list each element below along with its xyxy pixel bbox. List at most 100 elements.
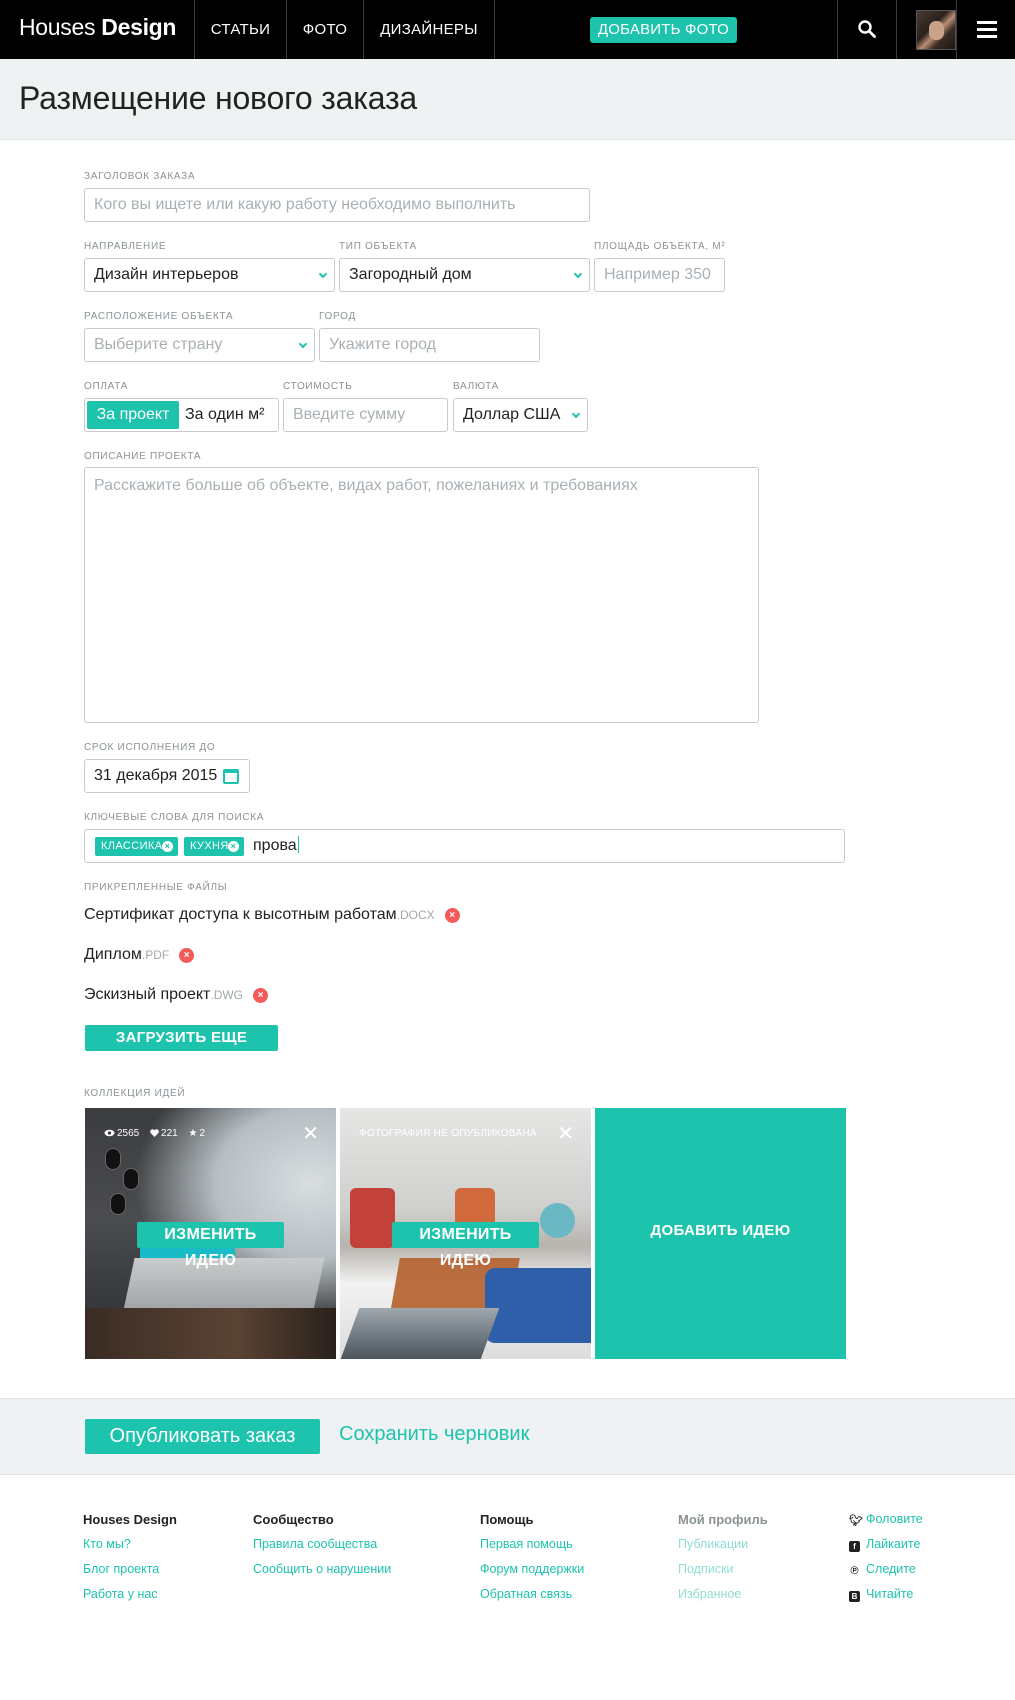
keyword-typed-value: прова: [253, 837, 297, 854]
footer-column-community: Сообщество Правила сообщества Сообщить о…: [253, 1512, 391, 1587]
idea-photo-chair: [350, 1188, 395, 1248]
social-link-label: Фоловите: [866, 1512, 923, 1526]
description-label: Описание проекта: [84, 451, 202, 462]
upload-more-files-button[interactable]: Загрузить еще файлы: [85, 1025, 278, 1072]
change-idea-button[interactable]: Изменить идею: [137, 1222, 284, 1269]
hamburger-menu-icon: [977, 21, 997, 38]
country-select[interactable]: Выберите страну: [84, 328, 315, 362]
chevron-down-icon: [298, 339, 308, 349]
footer-link[interactable]: Правила сообщества: [253, 1537, 391, 1553]
avatar: [916, 10, 956, 50]
likes-count: 221: [150, 1128, 178, 1139]
remove-tag-icon[interactable]: ×: [162, 841, 173, 852]
social-link-facebook[interactable]: f Лайкаите: [849, 1537, 923, 1553]
social-link-vk[interactable]: B Читайте: [849, 1587, 923, 1603]
attached-file: Сертификат доступа к высотным работам.DO…: [84, 906, 460, 924]
area-input[interactable]: Например 350: [594, 258, 725, 292]
search-button[interactable]: [837, 0, 896, 59]
payment-label: Оплата: [84, 381, 129, 392]
social-link-label: Лайкаите: [866, 1537, 921, 1551]
likes-value: 221: [161, 1128, 178, 1139]
menu-button[interactable]: [956, 0, 1015, 59]
remove-file-icon[interactable]: ×: [444, 908, 460, 923]
footer-link[interactable]: Первая помощь: [480, 1537, 584, 1553]
footer-link[interactable]: Избранное: [678, 1587, 768, 1603]
logo-light-text: Houses: [19, 14, 96, 40]
nav-photo[interactable]: Фото: [286, 0, 363, 59]
footer-column-social: 🐦︎ Фоловите f Лайкаите ℗ Следите B Читайте: [849, 1512, 923, 1612]
object-type-select[interactable]: Загородный дом: [339, 258, 590, 292]
close-icon[interactable]: ✕: [302, 1124, 319, 1144]
idea-photo-chair: [540, 1203, 575, 1238]
idea-card[interactable]: Фотография не опубликована ✕ Изменить ид…: [340, 1108, 591, 1359]
views-value: 2565: [117, 1128, 140, 1139]
keywords-label: Ключевые слова для поиска: [84, 812, 265, 823]
footer-heading: Мой профиль: [678, 1512, 768, 1527]
attached-file: Диплом.PDF ×: [84, 946, 195, 964]
ideas-label: Коллекция идей: [84, 1088, 186, 1099]
nav-designers[interactable]: Дизайнеры: [363, 0, 495, 59]
country-placeholder: Выберите страну: [94, 336, 223, 353]
direction-label: Направление: [84, 241, 167, 252]
site-logo[interactable]: Houses Design: [19, 14, 176, 41]
order-title-label: Заголовок заказа: [84, 171, 196, 182]
deadline-label: Срок исполнения до: [84, 742, 216, 753]
description-textarea[interactable]: Расскажите больше об объекте, видах рабо…: [84, 467, 759, 723]
attached-file: Эскизный проект.DWG ×: [84, 986, 269, 1004]
add-photo-button[interactable]: Добавить фото: [590, 17, 737, 43]
add-idea-tile[interactable]: Добавить идею: [595, 1108, 846, 1359]
currency-label: Валюта: [453, 381, 499, 392]
idea-photo-glass-floor: [340, 1308, 500, 1359]
keyword-tag: кухня ×: [184, 837, 244, 856]
footer-link[interactable]: Подписки: [678, 1562, 768, 1578]
idea-stats: 2565 221 ★ 2: [104, 1128, 213, 1139]
currency-select[interactable]: Доллар США: [453, 398, 588, 432]
files-label: Прикрепленные файлы: [84, 882, 228, 893]
stars-value: 2: [199, 1128, 206, 1139]
footer-column-about: Houses Design Кто мы? Блог проекта Работ…: [83, 1512, 177, 1612]
idea-card[interactable]: 2565 221 ★ 2 ✕ Изменить идею: [85, 1108, 336, 1359]
object-type-label: Тип объекта: [339, 241, 417, 252]
deadline-value: 31 декабря 2015: [94, 767, 218, 784]
nav-articles[interactable]: Статьи: [194, 0, 286, 59]
heart-icon: [150, 1129, 159, 1137]
remove-file-icon[interactable]: ×: [179, 948, 195, 963]
logo-bold-text: Design: [101, 14, 177, 40]
text-caret: [297, 836, 299, 853]
keyword-tag: классика ×: [95, 837, 178, 856]
keywords-input[interactable]: классика × кухня × прова: [84, 829, 845, 863]
footer-link[interactable]: Форум поддержки: [480, 1562, 584, 1578]
footer-heading: Помощь: [480, 1512, 534, 1527]
close-icon[interactable]: ✕: [557, 1124, 574, 1144]
profile-avatar-button[interactable]: [896, 0, 956, 59]
idea-photo-sofa: [485, 1268, 591, 1343]
social-link-twitter[interactable]: 🐦︎ Фоловите: [849, 1512, 923, 1528]
cost-input[interactable]: Введите сумму: [283, 398, 448, 432]
change-idea-button[interactable]: Изменить идею: [392, 1222, 539, 1269]
direction-select[interactable]: Дизайн интерьеров: [84, 258, 335, 292]
add-idea-label: Добавить идею: [650, 1222, 791, 1239]
footer-link[interactable]: Публикации: [678, 1537, 768, 1553]
calendar-icon[interactable]: [223, 769, 239, 784]
footer-link[interactable]: Сообщить о нарушении: [253, 1562, 391, 1578]
city-input[interactable]: Укажите город: [319, 328, 540, 362]
order-title-input[interactable]: Кого вы ищете или какую работу необходим…: [84, 188, 590, 222]
publish-order-button[interactable]: Опубликовать заказ: [85, 1419, 320, 1454]
remove-file-icon[interactable]: ×: [253, 988, 269, 1003]
search-icon: [858, 20, 876, 38]
footer-heading: Houses Design: [83, 1512, 177, 1527]
keyword-tag-label: кухня: [190, 840, 229, 852]
deadline-datepicker[interactable]: 31 декабря 2015: [84, 759, 250, 793]
chevron-down-icon: [318, 269, 328, 279]
footer-link[interactable]: Работа у нас: [83, 1587, 177, 1603]
footer-link[interactable]: Блог проекта: [83, 1562, 177, 1578]
remove-tag-icon[interactable]: ×: [228, 841, 239, 852]
social-link-pinterest[interactable]: ℗ Следите: [849, 1562, 923, 1578]
footer-link[interactable]: Обратная связь: [480, 1587, 584, 1603]
payment-option-per-sqm[interactable]: За один м²: [185, 401, 264, 429]
payment-option-per-project[interactable]: За проект: [87, 401, 179, 429]
footer-link[interactable]: Кто мы?: [83, 1537, 177, 1553]
keyword-typing-text: прова: [253, 836, 299, 855]
save-draft-link[interactable]: Сохранить черновик: [339, 1423, 529, 1446]
area-label: Площадь объекта, м²: [594, 241, 726, 252]
